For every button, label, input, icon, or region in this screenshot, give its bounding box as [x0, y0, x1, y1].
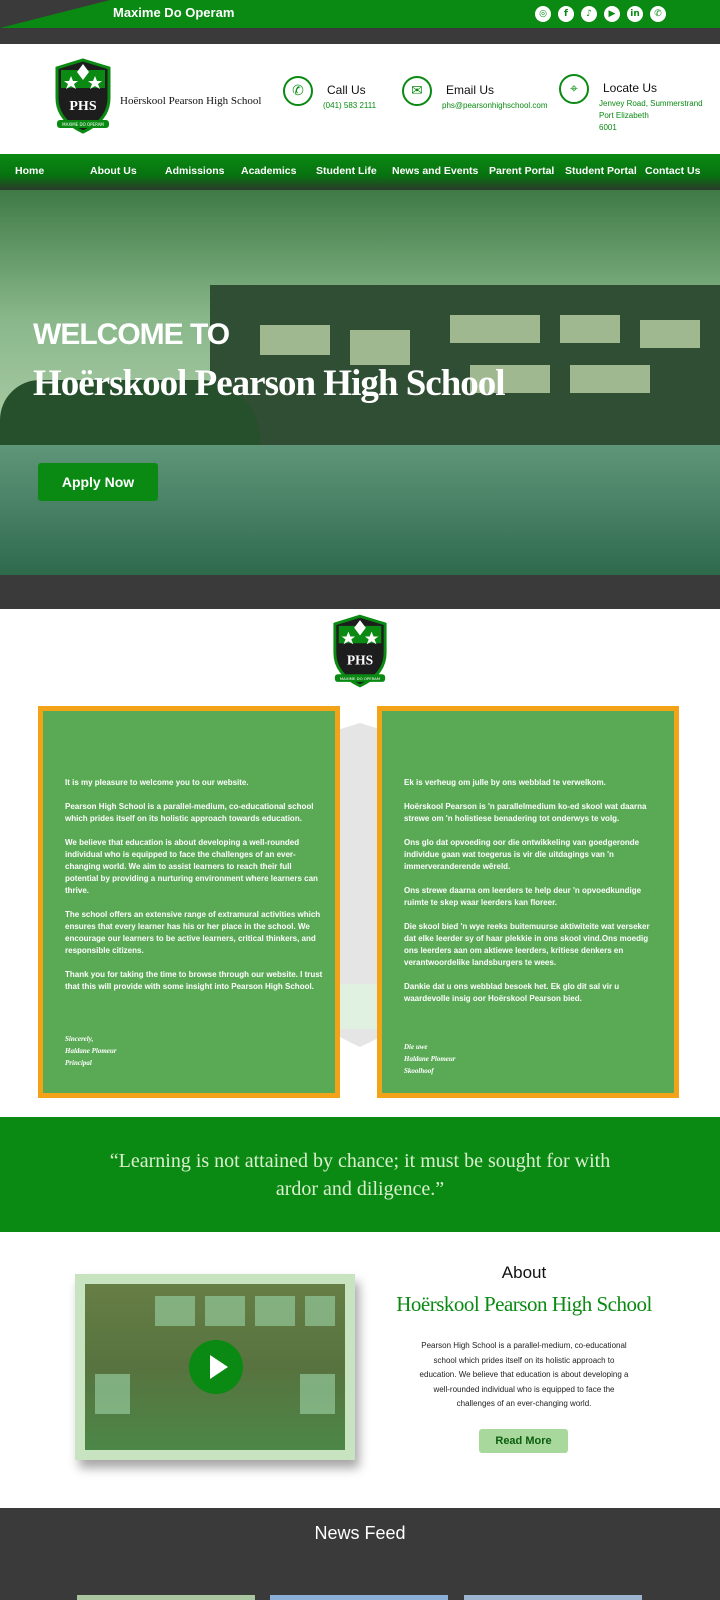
- signature-name: Haldane Plomeur: [65, 1047, 117, 1055]
- top-bar-notch: [0, 0, 110, 28]
- locate-us-address: Jenvey Road, Summerstrand Port Elizabeth…: [599, 98, 703, 134]
- email-us-label: Email Us: [446, 83, 495, 97]
- instagram-icon[interactable]: ◎: [535, 6, 551, 22]
- top-bar: Maxime Do Operam ◎ f ♪ ▶ in ✆: [0, 0, 720, 44]
- signature-title: Principal: [65, 1059, 92, 1067]
- svg-text:MAXIME DO OPERAM: MAXIME DO OPERAM: [62, 122, 104, 127]
- tiktok-icon[interactable]: ♪: [581, 6, 597, 22]
- news-feed-section: News Feed: [0, 1508, 720, 1600]
- youtube-icon[interactable]: ▶: [604, 6, 620, 22]
- hero-welcome: WELCOME TO: [33, 318, 230, 351]
- about-heading: About: [501, 1263, 547, 1282]
- afrikaans-paragraph: Hoërskool Pearson is 'n parallelmedium k…: [404, 802, 647, 823]
- social-links: ◎ f ♪ ▶ in ✆: [535, 6, 666, 22]
- apply-now-button[interactable]: Apply Now: [38, 463, 158, 501]
- locate-us-label: Locate Us: [603, 81, 658, 95]
- news-thumbnail[interactable]: [270, 1595, 448, 1600]
- english-paragraph: The school offers an extensive range of …: [65, 910, 321, 955]
- news-feed-heading: News Feed: [314, 1523, 406, 1543]
- whatsapp-icon[interactable]: ✆: [650, 6, 666, 22]
- nav-about-us[interactable]: About Us: [90, 165, 137, 177]
- english-paragraph: It is my pleasure to welcome you to our …: [65, 778, 249, 787]
- english-welcome-card: It is my pleasure to welcome you to our …: [38, 706, 340, 1098]
- about-subheading: Hoërskool Pearson High School: [396, 1292, 652, 1316]
- motto-text: Maxime Do Operam: [113, 5, 235, 20]
- phone-icon: ✆: [283, 76, 313, 106]
- afrikaans-signature: Die uwe Haldane Plomeur Skoolhoof: [404, 1041, 456, 1077]
- facebook-icon[interactable]: f: [558, 6, 574, 22]
- address-line-2: Port Elizabeth: [599, 111, 649, 120]
- english-paragraph: Pearson High School is a parallel-medium…: [65, 802, 314, 823]
- envelope-icon: ✉: [402, 76, 432, 106]
- afrikaans-paragraph: Ons strewe daarna om leerders te help de…: [404, 886, 642, 907]
- call-us-label: Call Us: [327, 83, 366, 97]
- map-pin-icon: ⌖: [559, 74, 589, 104]
- nav-news-and-events[interactable]: News and Events: [392, 165, 478, 177]
- nav-parent-portal[interactable]: Parent Portal: [489, 165, 554, 177]
- svg-text:PHS: PHS: [69, 99, 96, 114]
- site-header: PHS MAXIME DO OPERAM Hoërskool Pearson H…: [0, 44, 720, 154]
- signature-closing: Sincerely,: [65, 1035, 94, 1043]
- svg-text:PHS: PHS: [347, 653, 373, 668]
- top-bar-stripe: [80, 28, 720, 44]
- nav-academics[interactable]: Academics: [241, 165, 296, 177]
- school-crest-center: PHS MAXIME DO OPERAM: [333, 614, 387, 688]
- call-us-number[interactable]: (041) 583 2111: [323, 100, 376, 112]
- signature-closing: Die uwe: [404, 1043, 428, 1051]
- english-paragraph: We believe that education is about devel…: [65, 838, 318, 895]
- header-school-name[interactable]: Hoërskool Pearson High School: [120, 95, 261, 107]
- nav-admissions[interactable]: Admissions: [165, 165, 225, 177]
- afrikaans-paragraph: Die skool bied 'n wye reeks buitemuurse …: [404, 922, 650, 967]
- nav-student-life[interactable]: Student Life: [316, 165, 377, 177]
- signature-name: Haldane Plomeur: [404, 1055, 456, 1063]
- afrikaans-paragraph: Ons glo dat opvoeding oor die ontwikkeli…: [404, 838, 640, 871]
- address-line-1: Jenvey Road, Summerstrand: [599, 99, 703, 108]
- play-icon: [209, 1355, 228, 1379]
- address-line-3: 6001: [599, 123, 617, 132]
- quote-text: “Learning is not attained by chance; it …: [109, 1149, 611, 1200]
- nav-contact-us[interactable]: Contact Us: [645, 165, 700, 177]
- linkedin-icon[interactable]: in: [627, 6, 643, 22]
- nav-student-portal[interactable]: Student Portal: [565, 165, 637, 177]
- svg-text:MAXIME DO OPERAM: MAXIME DO OPERAM: [340, 676, 380, 681]
- email-us-address[interactable]: phs@pearsonhighschool.com: [442, 100, 548, 112]
- afrikaans-paragraph: Dankie dat u ons webblad besoek het. Ek …: [404, 982, 620, 1003]
- afrikaans-welcome-card: Ek is verheug om julle by ons webblad te…: [377, 706, 679, 1098]
- about-video-thumbnail[interactable]: [85, 1284, 345, 1450]
- english-paragraph: Thank you for taking the time to browse …: [65, 970, 323, 991]
- school-crest-logo[interactable]: PHS MAXIME DO OPERAM: [53, 58, 113, 134]
- afrikaans-paragraph: Ek is verheug om julle by ons webblad te…: [404, 778, 606, 787]
- quote-banner: “Learning is not attained by chance; it …: [0, 1117, 720, 1232]
- main-nav: Home About Us Admissions Academics Stude…: [0, 154, 720, 190]
- news-thumbnail[interactable]: [464, 1595, 642, 1600]
- about-video-frame: [75, 1274, 355, 1460]
- hero-banner: WELCOME TO Hoërskool Pearson High School…: [0, 190, 720, 575]
- about-text: Pearson High School is a parallel-medium…: [419, 1341, 629, 1408]
- dark-divider-band: [0, 575, 720, 609]
- news-thumbnail[interactable]: [77, 1595, 255, 1600]
- read-more-button[interactable]: Read More: [479, 1429, 568, 1453]
- signature-title: Skoolhoof: [404, 1067, 434, 1075]
- english-signature: Sincerely, Haldane Plomeur Principal: [65, 1033, 117, 1069]
- hero-title: Hoërskool Pearson High School: [33, 363, 506, 404]
- nav-home[interactable]: Home: [15, 165, 44, 177]
- play-button[interactable]: [189, 1340, 243, 1394]
